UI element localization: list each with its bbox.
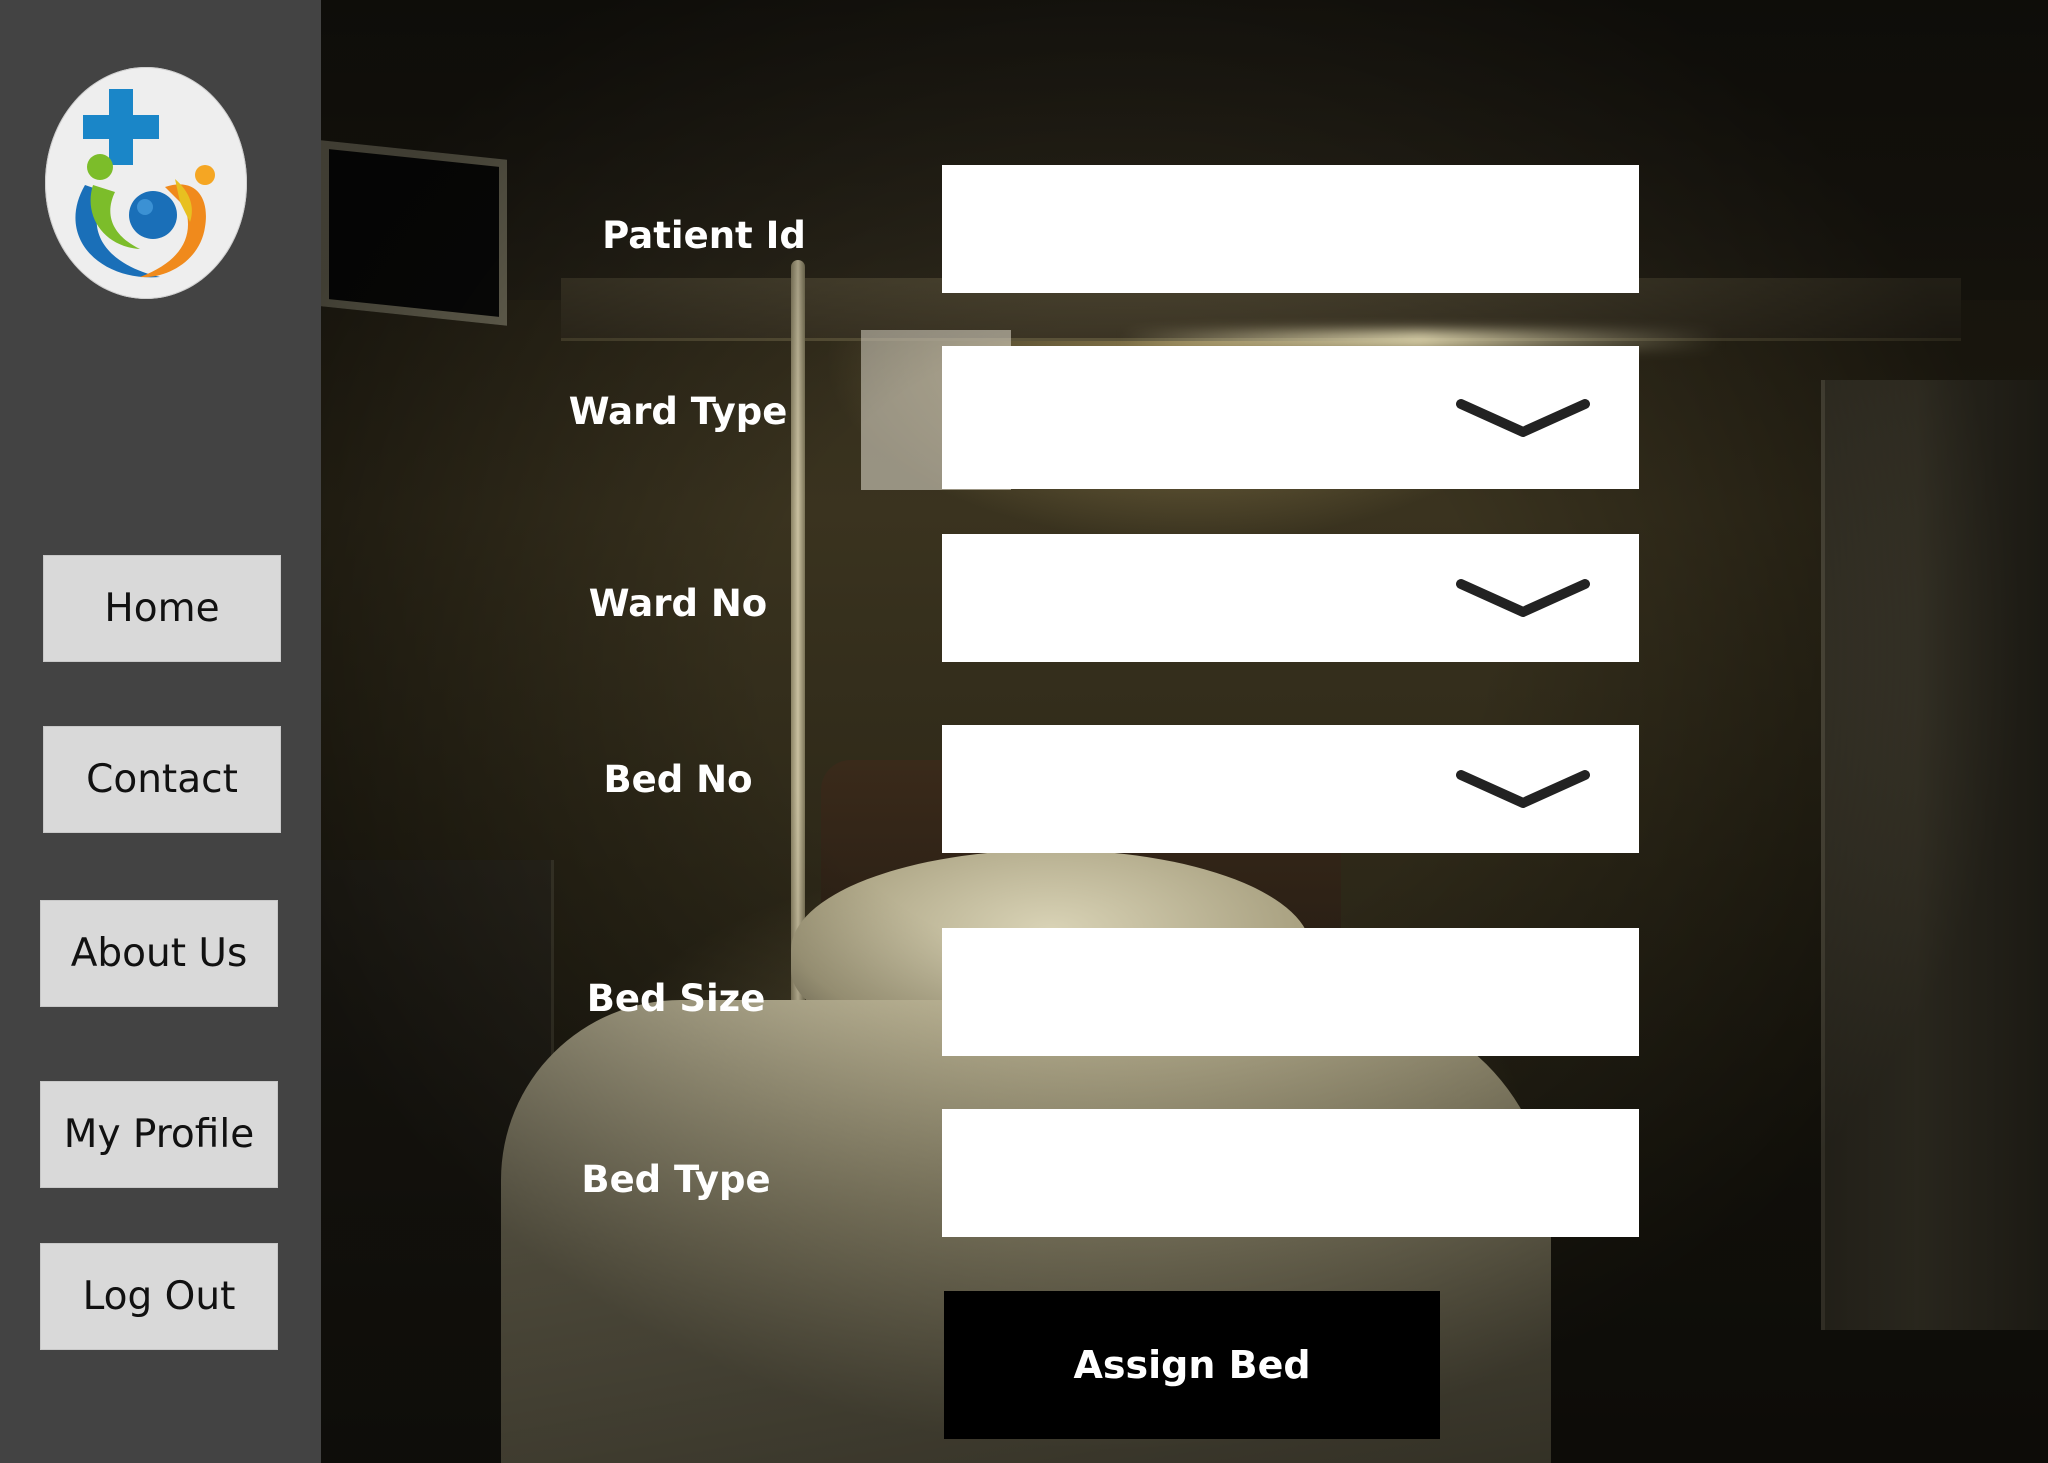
ward-type-select[interactable] xyxy=(942,346,1639,489)
assign-bed-button[interactable]: Assign Bed xyxy=(944,1291,1440,1439)
ward-type-label: Ward Type xyxy=(568,390,788,433)
nav-my-profile-button[interactable]: My Profile xyxy=(40,1081,278,1188)
patient-id-input[interactable] xyxy=(942,165,1639,293)
bed-size-input[interactable] xyxy=(942,928,1639,1056)
nav-about-us-button[interactable]: About Us xyxy=(40,900,278,1007)
nav-home-button[interactable]: Home xyxy=(43,555,281,662)
bed-size-label: Bed Size xyxy=(586,977,766,1020)
bed-type-input[interactable] xyxy=(942,1109,1639,1237)
chevron-down-icon[interactable] xyxy=(1455,576,1591,620)
hospital-logo-icon xyxy=(45,67,247,299)
patient-id-label: Patient Id xyxy=(602,214,806,257)
bed-type-label: Bed Type xyxy=(581,1158,771,1201)
ward-no-select[interactable] xyxy=(942,534,1639,662)
chevron-down-icon[interactable] xyxy=(1455,396,1591,440)
sidebar: Home Contact About Us My Profile Log Out xyxy=(0,0,321,1463)
bed-no-label: Bed No xyxy=(603,758,753,801)
nav-log-out-button[interactable]: Log Out xyxy=(40,1243,278,1350)
ward-no-label: Ward No xyxy=(588,582,768,625)
bed-no-select[interactable] xyxy=(942,725,1639,853)
nav-contact-button[interactable]: Contact xyxy=(43,726,281,833)
chevron-down-icon[interactable] xyxy=(1455,767,1591,811)
